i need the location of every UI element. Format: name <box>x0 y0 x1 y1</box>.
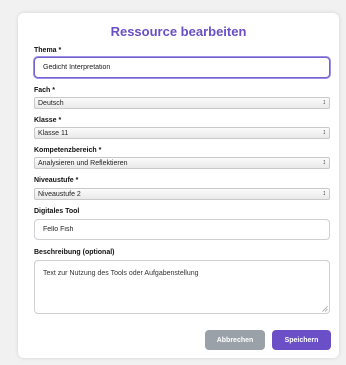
up-down-chevron-icon: ↕ <box>322 190 327 197</box>
fach-label: Fach * <box>34 87 56 94</box>
resize-grip-icon[interactable] <box>322 306 328 312</box>
beschreibung-text: Text zur Nutzung des Tools oder Aufgaben… <box>43 270 199 277</box>
fach-select[interactable]: Deutsch ↕ <box>34 97 330 109</box>
niveaustufe-select-value: Niveaustufe 2 <box>38 191 81 198</box>
beschreibung-textarea[interactable]: Text zur Nutzung des Tools oder Aufgaben… <box>34 260 330 314</box>
up-down-chevron-icon: ↕ <box>322 159 327 166</box>
niveaustufe-label: Niveaustufe * <box>34 177 79 184</box>
cancel-button[interactable]: Abbrechen <box>205 330 265 350</box>
klasse-select-value: Klasse 11 <box>38 130 69 137</box>
up-down-chevron-icon: ↕ <box>322 129 327 136</box>
niveaustufe-select[interactable]: Niveaustufe 2 ↕ <box>34 188 330 200</box>
up-down-chevron-icon: ↕ <box>322 99 327 106</box>
kompetenzbereich-select[interactable]: Analysieren und Reflektieren ↕ <box>34 157 330 169</box>
klasse-label: Klasse * <box>34 117 62 124</box>
modal-title: Ressource bearbeiten <box>110 24 247 39</box>
edit-resource-modal: Ressource bearbeiten Thema * Fach * Deut… <box>18 13 339 358</box>
thema-input[interactable] <box>34 57 330 78</box>
kompetenzbereich-select-value: Analysieren und Reflektieren <box>38 160 128 167</box>
klasse-select[interactable]: Klasse 11 ↕ <box>34 127 330 139</box>
digitales-tool-input[interactable] <box>34 219 330 240</box>
kompetenzbereich-label: Kompetenzbereich * <box>34 147 102 154</box>
beschreibung-label: Beschreibung (optional) <box>34 249 115 256</box>
thema-label: Thema * <box>34 47 62 54</box>
fach-select-value: Deutsch <box>38 100 64 107</box>
digitales-tool-label: Digitales Tool <box>34 208 80 215</box>
save-button[interactable]: Speichern <box>272 330 331 350</box>
